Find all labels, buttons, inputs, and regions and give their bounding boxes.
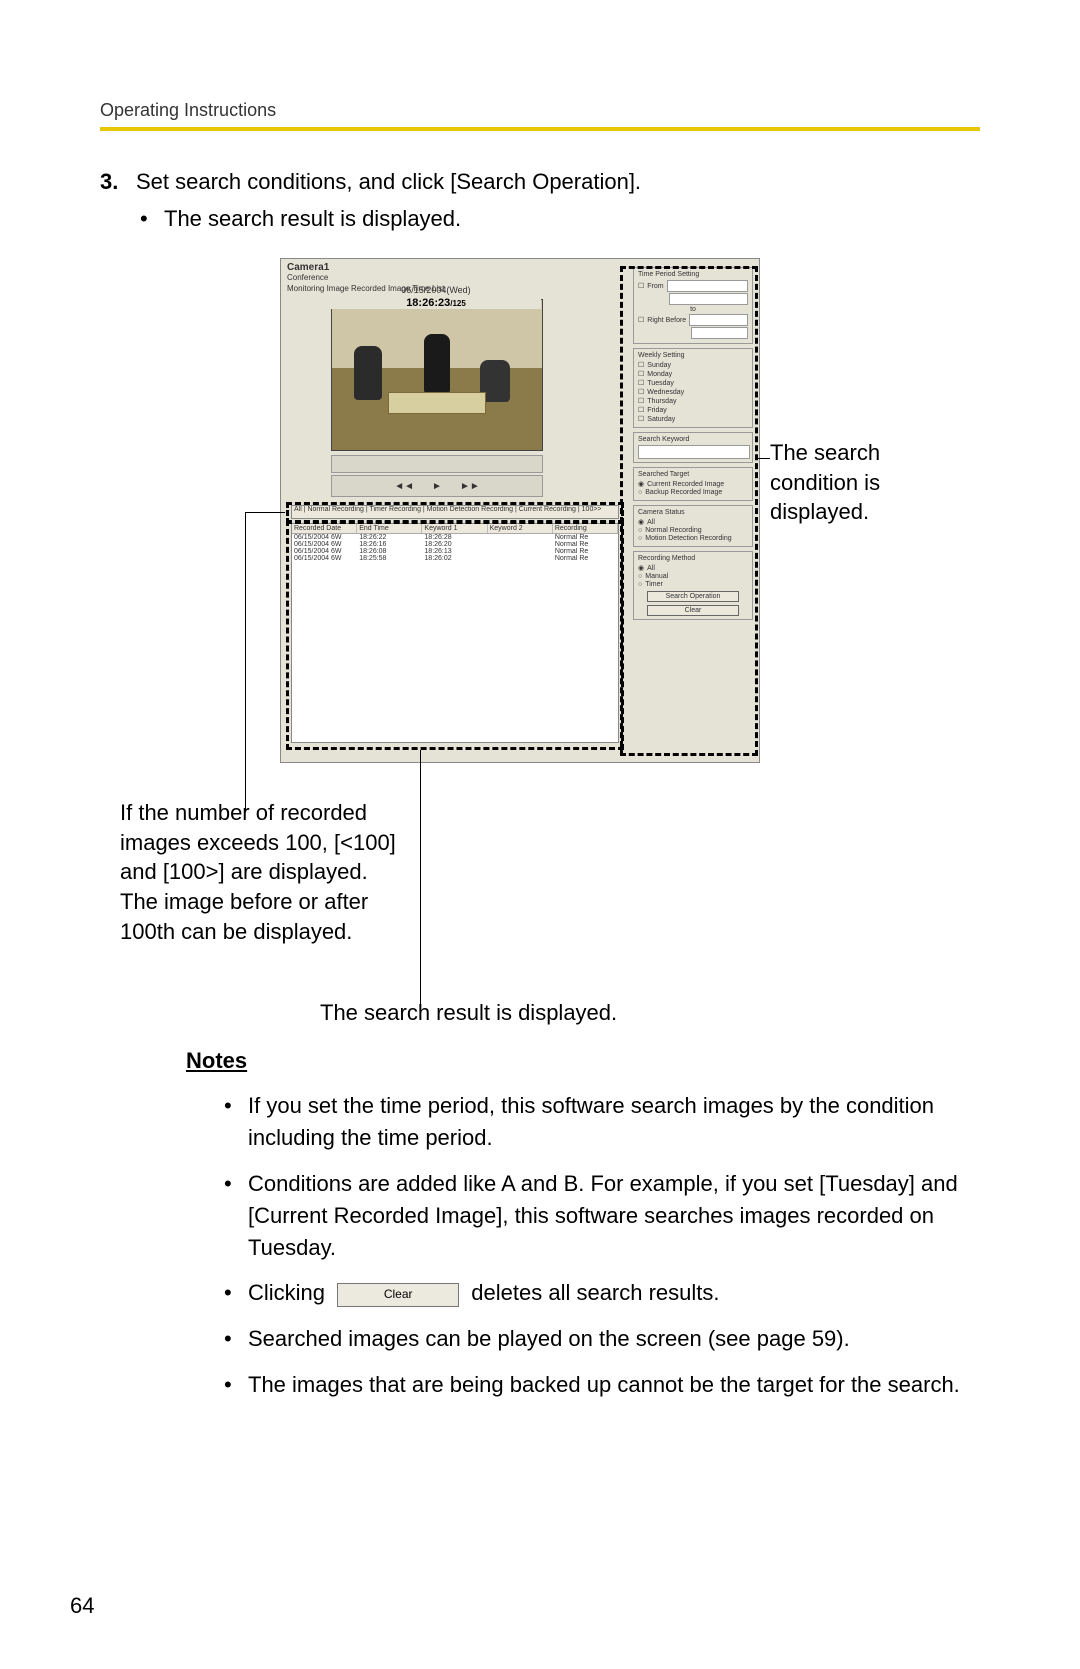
callout-left: If the number of recorded images exceeds… bbox=[120, 798, 410, 946]
radio-icon[interactable]: ○ bbox=[638, 535, 642, 542]
checkbox-icon[interactable]: ☐ bbox=[638, 415, 644, 423]
target-group: Searched Target ◉Current Recorded Image … bbox=[633, 467, 753, 501]
bullet-icon: • bbox=[224, 1090, 234, 1154]
keyword-input[interactable] bbox=[638, 445, 750, 459]
prev-button[interactable]: ◄◄ bbox=[394, 481, 414, 492]
playback-slider[interactable] bbox=[331, 455, 543, 473]
rb-date-field[interactable] bbox=[689, 314, 748, 326]
method-group: Recording Method ◉All ○Manual ○Timer Sea… bbox=[633, 551, 753, 620]
radio-icon[interactable]: ◉ bbox=[638, 564, 644, 572]
bullet-icon: • bbox=[140, 206, 150, 232]
checkbox-icon[interactable]: ☐ bbox=[638, 406, 644, 414]
next-button[interactable]: ►► bbox=[460, 481, 480, 492]
radio-icon[interactable]: ○ bbox=[638, 573, 642, 580]
results-list[interactable]: Recorded Date End Time Keyword 1 Keyword… bbox=[291, 523, 619, 743]
page-number: 64 bbox=[70, 1593, 94, 1619]
rb-time-field[interactable] bbox=[691, 327, 748, 339]
keyword-group: Search Keyword bbox=[633, 432, 753, 463]
leader-line bbox=[245, 512, 285, 513]
bullet-icon: • bbox=[224, 1168, 234, 1264]
note-item: • Conditions are added like A and B. For… bbox=[224, 1168, 980, 1264]
step-number: 3. bbox=[100, 165, 126, 198]
leader-line bbox=[758, 458, 770, 459]
radio-icon[interactable]: ○ bbox=[638, 489, 642, 496]
table-row[interactable]: 06/15/2004 6W18:26:0818:26:13Normal Re bbox=[292, 548, 618, 555]
from-time-field[interactable] bbox=[669, 293, 748, 305]
time-period-group: Time Period Setting ☐From to ☐Right Befo… bbox=[633, 267, 753, 344]
note-item: • If you set the time period, this softw… bbox=[224, 1090, 980, 1154]
note-text: Conditions are added like A and B. For e… bbox=[248, 1168, 980, 1264]
callout-right: The search condition is displayed. bbox=[770, 438, 970, 527]
leader-line bbox=[245, 512, 246, 812]
checkbox-icon[interactable]: ☐ bbox=[638, 361, 644, 369]
checkbox-icon[interactable]: ☐ bbox=[638, 282, 644, 290]
list-header: Recorded Date End Time Keyword 1 Keyword… bbox=[292, 524, 618, 534]
camera-status-group: Camera Status ◉All ○Normal Recording ○Mo… bbox=[633, 505, 753, 547]
running-header: Operating Instructions bbox=[100, 100, 980, 121]
checkbox-icon[interactable]: ☐ bbox=[638, 370, 644, 378]
table-row[interactable]: 06/15/2004 6W18:25:5818:26:02Normal Re bbox=[292, 555, 618, 562]
search-operation-button[interactable]: Search Operation bbox=[647, 591, 739, 602]
notes-heading: Notes bbox=[186, 1048, 980, 1074]
radio-icon[interactable]: ○ bbox=[638, 527, 642, 534]
note-text: The images that are being backed up cann… bbox=[248, 1369, 960, 1401]
filter-tabs[interactable]: All | Normal Recording | Timer Recording… bbox=[291, 505, 619, 519]
note-item: • The images that are being backed up ca… bbox=[224, 1369, 980, 1401]
app-screenshot: Camera1 Conference Monitoring Image Reco… bbox=[280, 258, 760, 763]
bullet-icon: • bbox=[224, 1369, 234, 1401]
video-time: 18:26:23/125 bbox=[331, 297, 541, 309]
checkbox-icon[interactable]: ☐ bbox=[638, 379, 644, 387]
radio-icon[interactable]: ◉ bbox=[638, 480, 644, 488]
from-date-field[interactable] bbox=[667, 280, 748, 292]
leader-line bbox=[420, 750, 421, 1010]
checkbox-icon[interactable]: ☐ bbox=[638, 316, 644, 324]
header-rule bbox=[100, 127, 980, 131]
video-frame bbox=[331, 299, 543, 451]
note-item: • Searched images can be played on the s… bbox=[224, 1323, 980, 1355]
play-button[interactable]: ► bbox=[432, 481, 442, 492]
step-sub-text: The search result is displayed. bbox=[164, 206, 461, 232]
note-text: Clicking Clear deletes all search result… bbox=[248, 1277, 720, 1309]
note-text: Searched images can be played on the scr… bbox=[248, 1323, 850, 1355]
playback-controls: ◄◄ ► ►► bbox=[331, 475, 543, 497]
checkbox-icon[interactable]: ☐ bbox=[638, 397, 644, 405]
note-item: • Clicking Clear deletes all search resu… bbox=[224, 1277, 980, 1309]
search-panel: Time Period Setting ☐From to ☐Right Befo… bbox=[633, 267, 753, 752]
table-row[interactable]: 06/15/2004 6W18:26:1618:26:20Normal Re bbox=[292, 541, 618, 548]
weekly-group: Weekly Setting ☐Sunday ☐Monday ☐Tuesday … bbox=[633, 348, 753, 428]
table-row[interactable]: 06/15/2004 6W18:26:2218:26:28Normal Re bbox=[292, 534, 618, 541]
step-text: Set search conditions, and click [Search… bbox=[136, 165, 641, 198]
callout-center: The search result is displayed. bbox=[320, 998, 720, 1028]
clear-button[interactable]: Clear bbox=[647, 605, 739, 616]
radio-icon[interactable]: ○ bbox=[638, 581, 642, 588]
step-3: 3. Set search conditions, and click [Sea… bbox=[100, 165, 980, 198]
bullet-icon: • bbox=[224, 1277, 234, 1309]
video-date: 06/15/2004(Wed) bbox=[331, 285, 541, 295]
radio-icon[interactable]: ◉ bbox=[638, 518, 644, 526]
note-text: If you set the time period, this softwar… bbox=[248, 1090, 980, 1154]
figure: Camera1 Conference Monitoring Image Reco… bbox=[100, 258, 980, 1038]
clear-button-inline[interactable]: Clear bbox=[337, 1283, 459, 1307]
checkbox-icon[interactable]: ☐ bbox=[638, 388, 644, 396]
step-sub-bullet: • The search result is displayed. bbox=[140, 206, 980, 232]
bullet-icon: • bbox=[224, 1323, 234, 1355]
video-scene bbox=[332, 300, 542, 450]
